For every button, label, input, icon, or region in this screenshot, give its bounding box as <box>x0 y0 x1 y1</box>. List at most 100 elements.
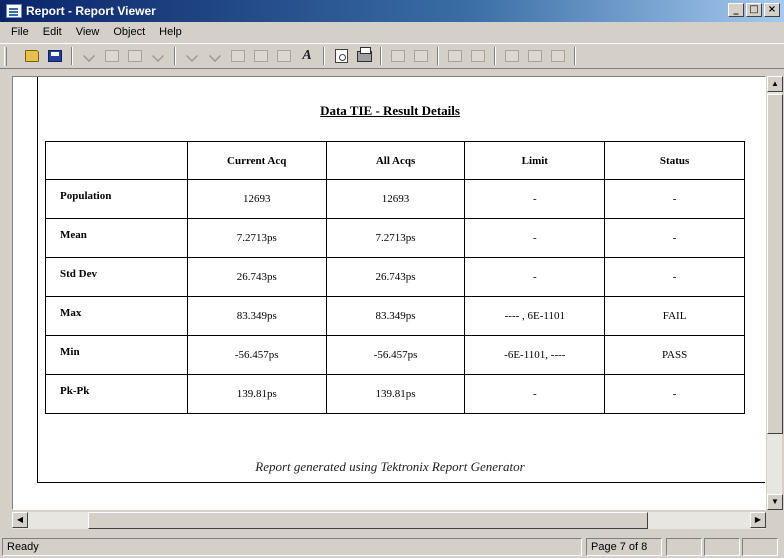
grid-button[interactable] <box>502 46 522 66</box>
status-bar: Ready Page 7 of 8 <box>0 536 784 558</box>
status-cell: - <box>604 257 745 297</box>
results-table: Current Acq All Acqs Limit Status Popula… <box>45 141 745 414</box>
chart-button[interactable] <box>525 46 545 66</box>
menu-view[interactable]: View <box>69 26 107 38</box>
export-icon <box>551 50 565 62</box>
status-panel <box>704 538 740 556</box>
menu-bar: File Edit View Object Help <box>0 22 784 42</box>
scroll-down-button[interactable]: ▼ <box>767 494 783 510</box>
justify-icon <box>471 50 485 62</box>
undo-icon <box>152 50 164 62</box>
status-cell: - <box>604 218 745 258</box>
title-bar[interactable]: Report - Report Viewer _ □ × <box>0 0 784 22</box>
current-acq-cell: 83.349ps <box>186 296 327 336</box>
grid-icon <box>505 50 519 62</box>
align-center-icon <box>414 50 428 62</box>
scroll-left-button[interactable]: ◀ <box>12 512 28 528</box>
toolbar: A <box>0 43 784 69</box>
all-acqs-cell: 26.743ps <box>325 257 466 297</box>
arrow-up-icon: ▲ <box>771 79 779 88</box>
arrow-right-icon: ▶ <box>754 515 762 524</box>
current-acq-cell: -56.457ps <box>186 335 327 375</box>
window-controls: _ □ × <box>728 3 780 17</box>
align-center-button[interactable] <box>411 46 431 66</box>
horizontal-scrollbar[interactable]: ◀ ▶ <box>12 512 766 529</box>
toolbar-separator <box>437 47 439 65</box>
text-tool-icon: A <box>302 48 312 63</box>
toolbar-separator <box>380 47 382 65</box>
print-icon <box>356 46 372 62</box>
insert-table-button[interactable] <box>228 46 248 66</box>
insert-table-icon <box>231 50 245 62</box>
row-label: Pk-Pk <box>45 374 188 414</box>
all-acqs-cell: 7.2713ps <box>325 218 466 258</box>
table-row: Min -56.457ps -56.457ps -6E-1101, ---- P… <box>45 335 745 375</box>
page-indicator: Page 7 of 8 <box>586 538 662 556</box>
arrow-left-icon: ◀ <box>16 515 24 524</box>
table-row: Population 12693 12693 - - <box>45 179 745 219</box>
save-button[interactable] <box>45 46 65 66</box>
align-left-icon <box>391 50 405 62</box>
menu-help[interactable]: Help <box>152 26 189 38</box>
row-label: Std Dev <box>45 257 188 297</box>
copy-button[interactable] <box>102 46 122 66</box>
column-header: Current Acq <box>186 141 327 180</box>
scroll-right-button[interactable]: ▶ <box>750 512 766 528</box>
status-cell: - <box>604 179 745 219</box>
column-header: Status <box>604 141 745 180</box>
arrow-down-icon: ▼ <box>771 497 779 506</box>
paste-button[interactable] <box>125 46 145 66</box>
save-icon <box>48 50 62 62</box>
limit-cell: -6E-1101, ---- <box>464 335 606 375</box>
vertical-scroll-thumb[interactable] <box>767 94 783 434</box>
toolbar-grip[interactable] <box>4 47 7 66</box>
row-label: Mean <box>45 218 188 258</box>
horizontal-scroll-thumb[interactable] <box>88 512 648 529</box>
link-icon <box>186 50 198 62</box>
text-tool-button[interactable]: A <box>297 46 317 66</box>
vertical-scrollbar[interactable]: ▲ ▼ <box>766 76 783 510</box>
export-button[interactable] <box>548 46 568 66</box>
all-acqs-cell: -56.457ps <box>325 335 466 375</box>
menu-file[interactable]: File <box>4 26 36 38</box>
report-viewport[interactable]: Data TIE - Result Details Current Acq Al… <box>12 76 766 510</box>
limit-cell: ---- , 6E-1101 <box>464 296 606 336</box>
menu-edit[interactable]: Edit <box>36 26 69 38</box>
row-label: Min <box>45 335 188 375</box>
close-button[interactable]: × <box>764 3 780 17</box>
maximize-button[interactable]: □ <box>746 3 762 17</box>
align-right-button[interactable] <box>445 46 465 66</box>
insert-row-icon <box>254 50 268 62</box>
page-border-bottom <box>37 482 765 483</box>
toolbar-separator <box>494 47 496 65</box>
print-preview-button[interactable] <box>331 46 351 66</box>
scroll-up-button[interactable]: ▲ <box>767 76 783 92</box>
status-panel <box>666 538 702 556</box>
table-row: Pk-Pk 139.81ps 139.81ps - - <box>45 374 745 414</box>
row-label: Max <box>45 296 188 336</box>
open-icon <box>25 50 39 62</box>
undo-button[interactable] <box>148 46 168 66</box>
chart-icon <box>528 50 542 62</box>
unlink-button[interactable] <box>205 46 225 66</box>
all-acqs-cell: 12693 <box>325 179 466 219</box>
menu-object[interactable]: Object <box>106 26 152 38</box>
current-acq-cell: 139.81ps <box>186 374 327 414</box>
report-title: Data TIE - Result Details <box>320 103 460 118</box>
minimize-button[interactable]: _ <box>728 3 744 17</box>
open-button[interactable] <box>22 46 42 66</box>
table-row: Max 83.349ps 83.349ps ---- , 6E-1101 FAI… <box>45 296 745 336</box>
justify-button[interactable] <box>468 46 488 66</box>
print-button[interactable] <box>354 46 374 66</box>
status-cell: PASS <box>604 335 745 375</box>
align-left-button[interactable] <box>388 46 408 66</box>
row-label: Population <box>45 179 188 219</box>
insert-column-button[interactable] <box>274 46 294 66</box>
insert-row-button[interactable] <box>251 46 271 66</box>
current-acq-cell: 7.2713ps <box>186 218 327 258</box>
limit-cell: - <box>464 257 606 297</box>
link-button[interactable] <box>182 46 202 66</box>
all-acqs-cell: 83.349ps <box>325 296 466 336</box>
cut-button[interactable] <box>79 46 99 66</box>
limit-cell: - <box>464 218 606 258</box>
